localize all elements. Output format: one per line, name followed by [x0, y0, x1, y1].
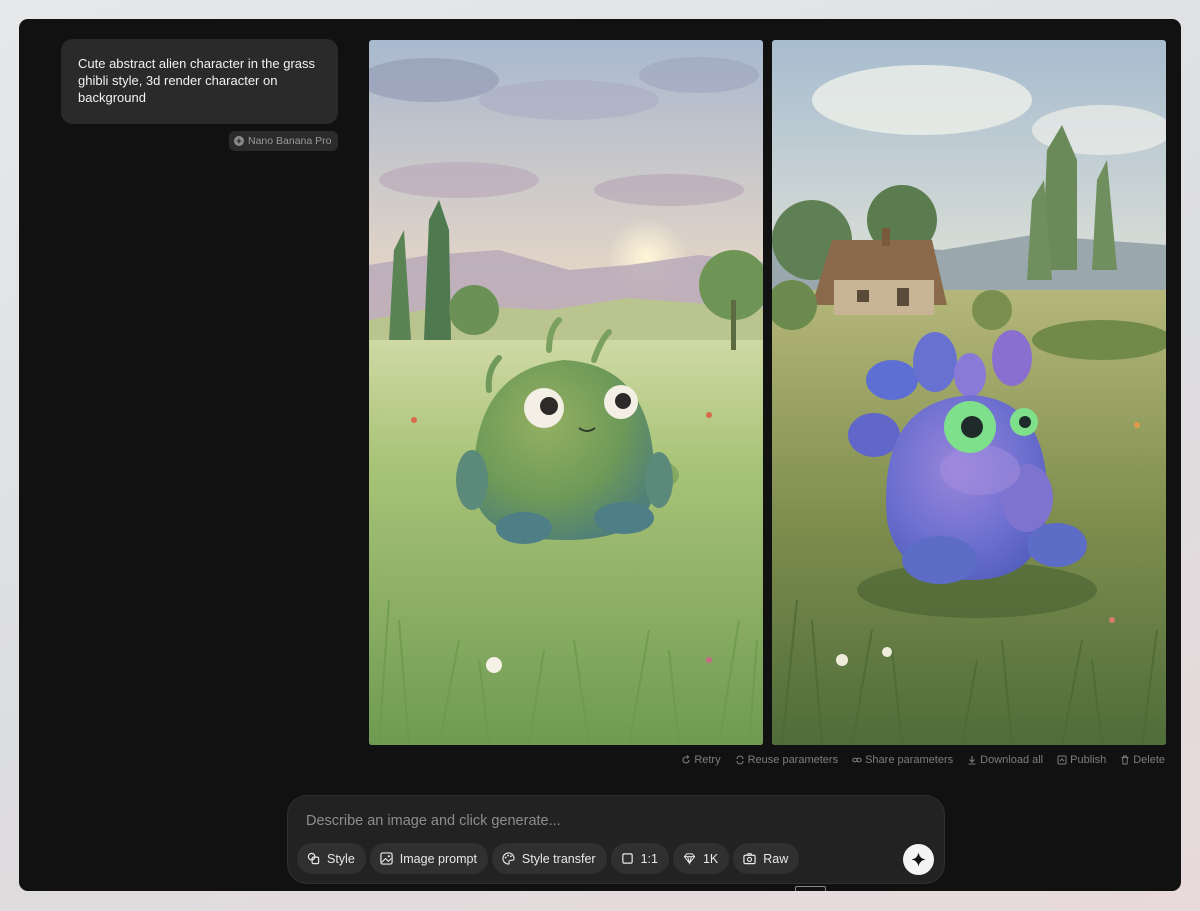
- delete-button[interactable]: Delete: [1120, 754, 1165, 766]
- image-icon: [380, 852, 393, 865]
- generated-image-1[interactable]: [369, 40, 763, 745]
- model-icon: [234, 136, 244, 146]
- retry-button[interactable]: Retry: [681, 754, 721, 766]
- publish-icon: [1057, 755, 1067, 765]
- aspect-ratio-chip[interactable]: 1:1: [610, 843, 669, 874]
- publish-button[interactable]: Publish: [1057, 754, 1106, 766]
- image-prompt-chip[interactable]: Image prompt: [369, 843, 488, 874]
- style-transfer-chip[interactable]: Style transfer: [491, 843, 607, 874]
- reuse-icon: [736, 755, 744, 765]
- style-icon: [307, 852, 320, 865]
- palette-icon: [502, 852, 515, 865]
- camera-icon: [743, 853, 756, 865]
- generate-button[interactable]: [903, 844, 934, 875]
- generated-image-2[interactable]: [772, 40, 1166, 745]
- option-chips: Style Image prompt Style transfer 1:1 1K…: [297, 843, 800, 874]
- purple-alien-cottage-image: [772, 40, 1166, 745]
- download-icon: [968, 756, 976, 765]
- reuse-parameters-button[interactable]: Reuse parameters: [735, 754, 838, 766]
- resolution-chip[interactable]: 1K: [672, 843, 730, 874]
- square-icon: [621, 853, 633, 864]
- diamond-icon: [683, 853, 696, 865]
- green-alien-meadow-image: [369, 40, 763, 745]
- trash-icon: [1121, 755, 1129, 765]
- sparkle-icon: [911, 852, 926, 867]
- prompt-bubble: Cute abstract alien character in the gra…: [61, 39, 338, 124]
- bottom-handle[interactable]: [795, 886, 826, 891]
- model-badge[interactable]: Nano Banana Pro: [229, 131, 339, 151]
- link-icon: [852, 757, 862, 763]
- download-all-button[interactable]: Download all: [967, 754, 1043, 766]
- retry-icon: [682, 755, 690, 764]
- model-badge-label: Nano Banana Pro: [248, 135, 332, 147]
- prompt-input[interactable]: [306, 810, 866, 832]
- app-window: Cute abstract alien character in the gra…: [19, 19, 1181, 891]
- prompt-composer: Style Image prompt Style transfer 1:1 1K…: [287, 795, 945, 884]
- share-parameters-button[interactable]: Share parameters: [852, 754, 953, 766]
- style-chip[interactable]: Style: [297, 843, 366, 874]
- prompt-text: Cute abstract alien character in the gra…: [78, 56, 316, 105]
- raw-chip[interactable]: Raw: [733, 843, 800, 874]
- image-actions: Retry Reuse parameters Share parameters …: [681, 754, 1165, 766]
